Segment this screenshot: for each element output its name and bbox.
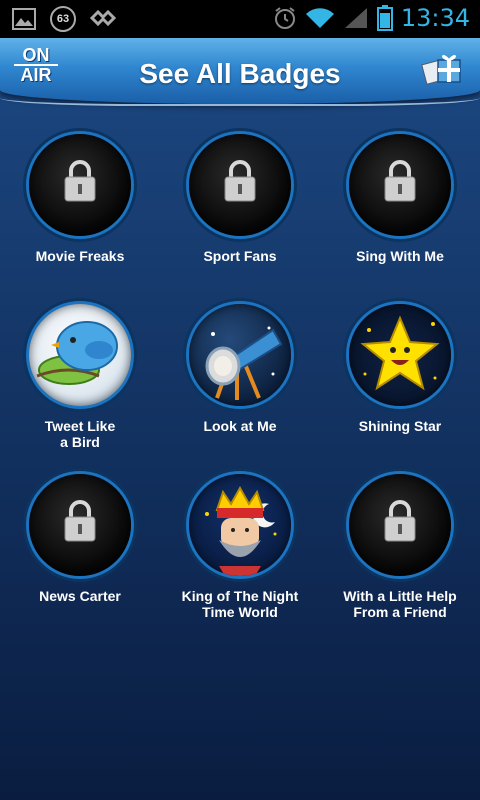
badge-with-a-little-help[interactable]: With a Little Help From a Friend [320,474,480,620]
badge-label: Movie Freaks [35,248,125,264]
badge-circle[interactable] [349,474,451,576]
wifi-icon [305,8,334,28]
badge-king-of-the-night[interactable]: King of The Night Time World [160,474,320,620]
telescope-icon [205,326,283,400]
badge-shining-star[interactable]: Shining Star [320,304,480,434]
notification-count-icon: 63 [50,6,76,32]
lock-icon [64,160,96,202]
clock: 13:34 [400,4,470,32]
app-header: ON AIR See All Badges [0,38,480,104]
bird-icon [36,321,118,385]
signal-icon [344,8,367,28]
badge-label: Look at Me [203,418,277,434]
lock-icon [224,160,256,202]
king-icon [205,485,277,576]
status-bar: 63 13:34 [0,0,480,38]
gift-icon[interactable] [420,50,464,86]
badge-sport-fans[interactable]: Sport Fans [160,134,320,264]
badge-circle[interactable] [349,134,451,236]
badge-label: Sing With Me [356,248,444,264]
page-title: See All Badges [139,58,341,89]
badge-circle[interactable] [189,134,291,236]
badge-label: Tweet Like a Bird [44,418,116,450]
badge-look-at-me[interactable]: Look at Me [160,304,320,434]
alarm-icon [274,7,295,29]
lock-icon [384,500,416,542]
battery-icon [376,5,393,31]
badge-circle[interactable] [349,304,451,406]
header-divider [0,98,480,106]
lock-icon [384,160,416,202]
star-icon [360,315,440,391]
badge-circle[interactable] [189,304,291,406]
badge-label: News Carter [39,588,121,604]
badge-label: With a Little Help From a Friend [343,588,457,620]
badge-circle[interactable] [29,134,131,236]
badge-news-carter[interactable]: News Carter [0,474,160,604]
badge-circle[interactable] [29,304,131,406]
gallery-icon [12,8,36,30]
badge-label: Shining Star [358,418,442,434]
badge-circle[interactable] [29,474,131,576]
badge-circle[interactable] [189,474,291,576]
lock-icon [64,500,96,542]
badge-sing-with-me[interactable]: Sing With Me [320,134,480,264]
sync-icon [90,9,116,27]
badge-label: Sport Fans [203,248,277,264]
badge-label: King of The Night Time World [181,588,299,620]
badge-movie-freaks[interactable]: Movie Freaks [0,134,160,264]
badge-tweet-like-a-bird[interactable]: Tweet Like a Bird [0,304,160,450]
